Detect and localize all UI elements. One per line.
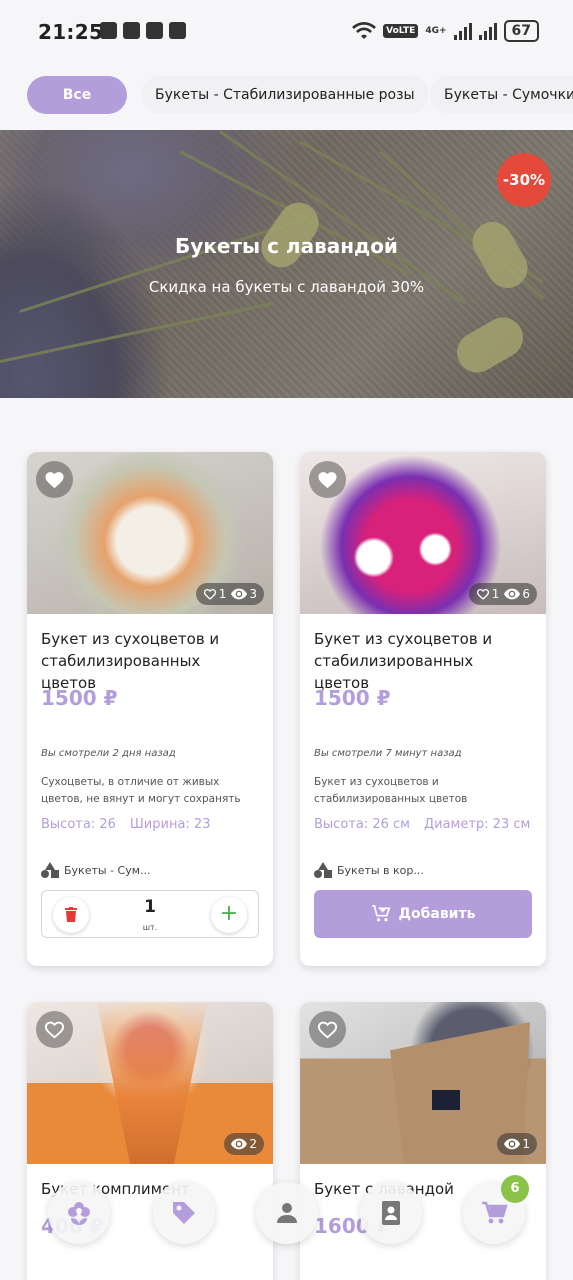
product-image[interactable]: 2 bbox=[27, 1002, 273, 1164]
signal-icon bbox=[478, 22, 497, 40]
banner-title: Букеты с лавандой bbox=[175, 234, 398, 258]
category-label: Букеты - Сум... bbox=[64, 863, 151, 877]
product-stats: 1 3 bbox=[195, 583, 264, 605]
product-stats: 1 bbox=[497, 1133, 537, 1155]
viewed-time: Вы смотрели 2 дня назад bbox=[41, 748, 176, 759]
product-card[interactable]: 1 6 Букет из сухоцветов и стабилизирован… bbox=[300, 452, 546, 966]
product-dimensions: Высота: 26 см Диаметр: 23 см bbox=[314, 817, 532, 832]
eye-icon bbox=[504, 588, 521, 600]
volte-badge: VoLTE bbox=[383, 24, 419, 38]
product-price: 1500 ₽ bbox=[41, 686, 118, 710]
favorite-button[interactable] bbox=[36, 461, 73, 498]
person-icon bbox=[277, 1203, 297, 1223]
nav-contacts-button[interactable] bbox=[360, 1182, 422, 1244]
category-shapes-icon bbox=[314, 862, 332, 878]
product-name[interactable]: Букет из сухоцветов и стабилизированных … bbox=[314, 628, 532, 692]
category-chip[interactable]: Букеты - Сумочки " bbox=[430, 76, 573, 114]
heart-outline-icon bbox=[203, 588, 216, 600]
product-stats: 1 6 bbox=[468, 583, 537, 605]
cart-count-badge: 6 bbox=[501, 1175, 529, 1203]
promo-banner[interactable]: Букеты с лавандой Скидка на букеты с лав… bbox=[0, 130, 573, 398]
category-tabs: Все Букеты - Стабилизированные розы Буке… bbox=[0, 62, 573, 130]
notification-icons bbox=[100, 22, 186, 39]
favorite-button[interactable] bbox=[36, 1011, 73, 1048]
heart-icon bbox=[318, 472, 337, 489]
contacts-icon bbox=[382, 1201, 400, 1225]
tag-icon bbox=[173, 1202, 195, 1224]
nav-profile-button[interactable] bbox=[256, 1182, 318, 1244]
app-notification-icon bbox=[169, 22, 186, 39]
signal-icon bbox=[453, 22, 472, 40]
eye-icon bbox=[231, 1138, 248, 1150]
eye-icon bbox=[231, 588, 248, 600]
add-cart-icon bbox=[371, 905, 390, 922]
product-image[interactable]: 1 6 bbox=[300, 452, 546, 614]
favorite-button[interactable] bbox=[309, 1011, 346, 1048]
nav-sales-button[interactable] bbox=[153, 1182, 215, 1244]
diameter-label: Диаметр: 23 см bbox=[423, 817, 531, 832]
cart-icon bbox=[482, 1201, 508, 1224]
flower-icon bbox=[68, 1202, 90, 1225]
product-image[interactable]: 1 3 bbox=[27, 452, 273, 614]
banner-subtitle: Скидка на букеты с лавандой 30% bbox=[148, 278, 425, 296]
views-count: 2 bbox=[249, 1137, 257, 1151]
category-shapes-icon bbox=[41, 862, 59, 878]
battery-indicator: 67 bbox=[503, 20, 539, 42]
views-count: 6 bbox=[522, 587, 530, 601]
product-card[interactable]: 1 3 Букет из сухоцветов и стабилизирован… bbox=[27, 452, 273, 966]
height-label: Высота: 26 см bbox=[314, 817, 410, 832]
views-count: 1 bbox=[522, 1137, 530, 1151]
likes-count: 1 bbox=[218, 587, 227, 601]
product-category: Букеты - Сум... bbox=[41, 862, 259, 878]
wifi-icon bbox=[352, 22, 377, 39]
increment-button[interactable]: + bbox=[211, 897, 247, 933]
product-dimensions: Высота: 26 Ширина: 23 bbox=[41, 817, 259, 832]
app-notification-icon bbox=[146, 22, 163, 39]
category-chip-all[interactable]: Все bbox=[27, 76, 127, 114]
network-type: 4G+ bbox=[425, 25, 447, 36]
product-stats: 2 bbox=[224, 1133, 264, 1155]
category-chip[interactable]: Букеты - Стабилизированные розы bbox=[141, 76, 429, 114]
status-bar: 21:25 VoLTE 4G+ 67 bbox=[0, 0, 573, 62]
product-category: Букеты в кор... bbox=[314, 862, 532, 878]
status-time: 21:25 bbox=[38, 20, 104, 44]
height-label: Высота: 26 bbox=[41, 817, 116, 832]
discount-badge: -30% bbox=[497, 153, 551, 207]
product-price: 1500 ₽ bbox=[314, 686, 391, 710]
likes-count: 1 bbox=[491, 587, 500, 601]
plus-icon: + bbox=[219, 901, 239, 926]
width-label: Ширина: 23 bbox=[129, 817, 211, 832]
heart-outline-icon bbox=[44, 1021, 65, 1039]
views-count: 3 bbox=[249, 587, 257, 601]
heart-outline-icon bbox=[476, 588, 489, 600]
add-to-cart-label: Добавить bbox=[398, 906, 476, 922]
favorite-button[interactable] bbox=[309, 461, 346, 498]
product-description: Сухоцветы, в отличие от живых цветов, не… bbox=[41, 776, 241, 805]
nav-catalog-button[interactable] bbox=[48, 1182, 110, 1244]
product-image[interactable]: 1 bbox=[300, 1002, 546, 1164]
heart-outline-icon bbox=[317, 1021, 338, 1039]
nfc-icon bbox=[100, 22, 117, 39]
add-to-cart-button[interactable]: Добавить bbox=[314, 890, 532, 938]
category-label: Букеты в кор... bbox=[337, 863, 424, 877]
viewed-time: Вы смотрели 7 минут назад bbox=[314, 748, 462, 759]
heart-icon bbox=[45, 472, 64, 489]
quantity-stepper: 1 шт. + bbox=[41, 890, 259, 938]
app-notification-icon bbox=[123, 22, 140, 39]
product-name[interactable]: Букет из сухоцветов и стабилизированных … bbox=[41, 628, 259, 692]
eye-icon bbox=[504, 1138, 521, 1150]
product-description: Букет из сухоцветов и стабилизированных … bbox=[314, 776, 468, 805]
